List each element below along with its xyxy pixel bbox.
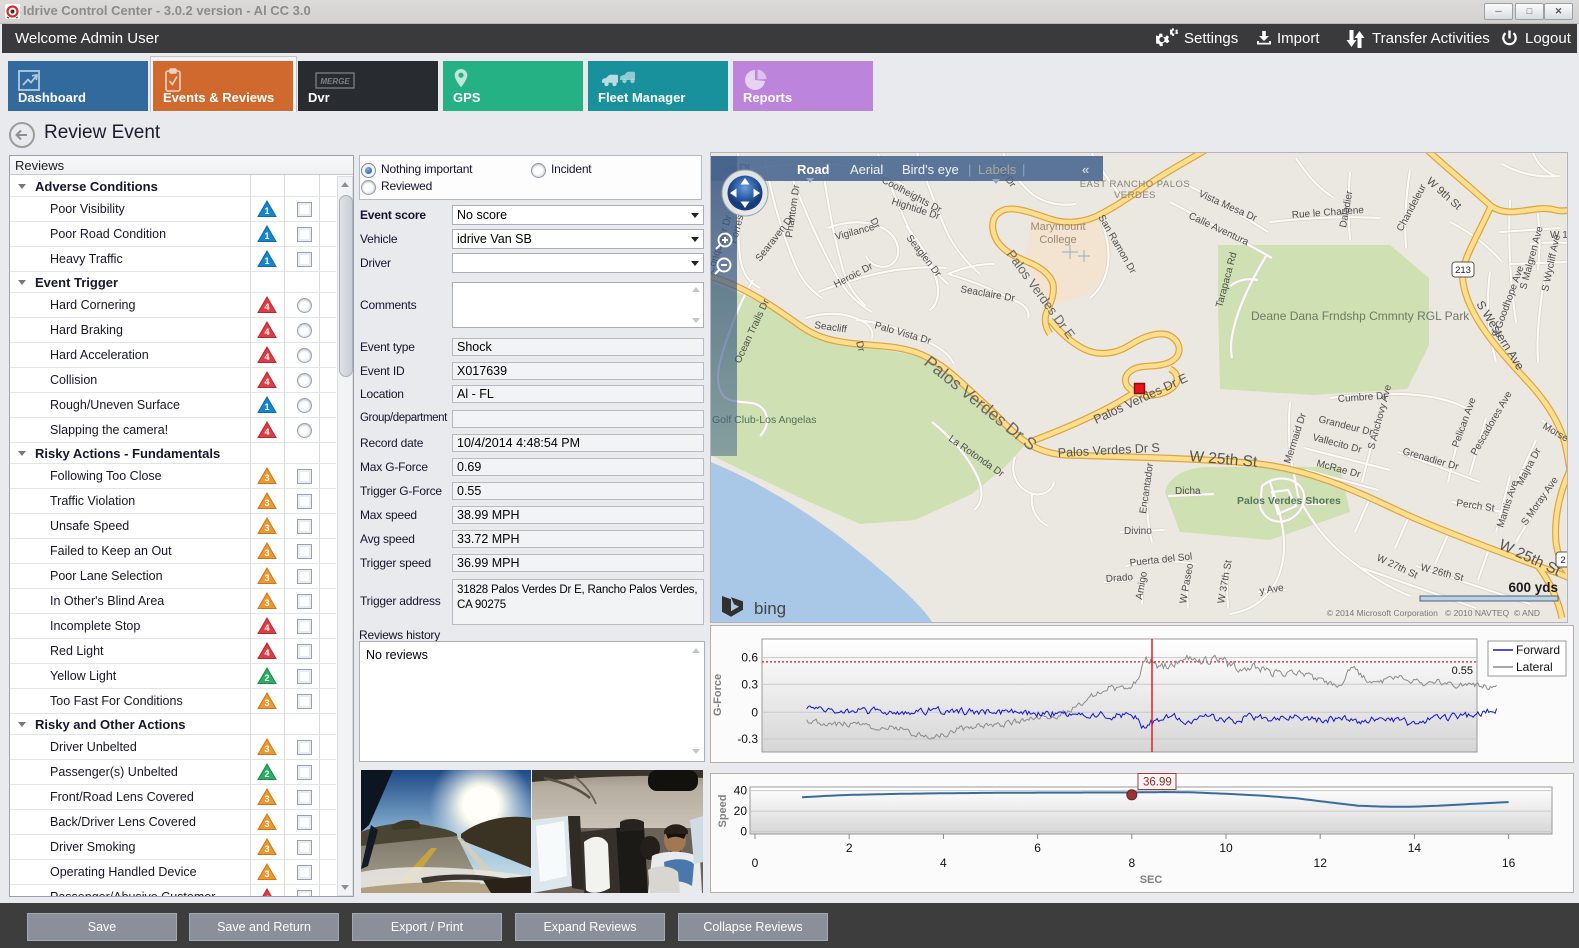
svg-text:20: 20: [734, 804, 748, 818]
svg-text:«: «: [1082, 162, 1089, 177]
svg-text:G-Force: G-Force: [712, 674, 724, 716]
svg-text:3: 3: [264, 794, 269, 804]
svg-text:2: 2: [264, 673, 269, 683]
svg-text:3: 3: [264, 548, 269, 558]
svg-text:Divino: Divino: [1124, 526, 1152, 537]
svg-text:Palos Verdes Shores: Palos Verdes Shores: [1237, 495, 1341, 507]
svg-text:0: 0: [740, 825, 747, 839]
svg-text:Deane Dana Frndshp Cmmnty RGL: Deane Dana Frndshp Cmmnty RGL Park: [1251, 309, 1470, 323]
svg-text:2: 2: [1560, 555, 1565, 566]
svg-text:Dicha: Dicha: [1175, 486, 1201, 497]
svg-text:Drado: Drado: [1105, 572, 1133, 585]
svg-text:4: 4: [264, 894, 269, 897]
svg-text:3: 3: [264, 744, 269, 754]
svg-text:SEC: SEC: [1140, 874, 1163, 886]
svg-text:0: 0: [752, 856, 759, 870]
svg-text:MERGE: MERGE: [320, 77, 350, 86]
svg-text:36.99: 36.99: [1143, 777, 1172, 789]
svg-text:4: 4: [264, 427, 269, 437]
svg-text:© 2014 Microsoft Corporation: © 2014 Microsoft Corporation © 2010 NAVT…: [1327, 608, 1540, 618]
svg-text:4: 4: [264, 352, 269, 362]
svg-text:Lateral: Lateral: [1516, 660, 1553, 674]
svg-text:VERDES: VERDES: [1114, 190, 1156, 201]
svg-text:Bird's eye: Bird's eye: [902, 162, 959, 177]
svg-text:4: 4: [264, 377, 269, 387]
svg-text:4: 4: [264, 648, 269, 658]
svg-text:bing: bing: [754, 599, 786, 618]
svg-text:3: 3: [264, 473, 269, 483]
svg-text:4: 4: [940, 856, 947, 870]
svg-text:0.55: 0.55: [1452, 665, 1473, 677]
svg-text:3: 3: [264, 498, 269, 508]
svg-text:3: 3: [264, 698, 269, 708]
svg-text:1: 1: [264, 256, 269, 266]
svg-text:College: College: [1039, 234, 1076, 246]
svg-text:Forward: Forward: [1516, 643, 1560, 657]
svg-text:-0.3: -0.3: [737, 732, 758, 746]
svg-text:3: 3: [264, 844, 269, 854]
svg-text:0.6: 0.6: [741, 651, 758, 665]
svg-text:600 yds: 600 yds: [1508, 580, 1558, 595]
svg-text:1: 1: [264, 231, 269, 241]
svg-text:40: 40: [734, 784, 748, 798]
svg-text:|: |: [968, 162, 971, 177]
svg-text:6: 6: [1034, 841, 1041, 855]
svg-text:3: 3: [264, 573, 269, 583]
svg-text:3: 3: [264, 869, 269, 879]
svg-text:|: |: [1022, 162, 1025, 177]
svg-text:Aerial: Aerial: [850, 162, 883, 177]
svg-text:1: 1: [264, 206, 269, 216]
svg-text:10: 10: [1219, 841, 1233, 855]
svg-text:14: 14: [1408, 841, 1422, 855]
svg-text:4: 4: [264, 623, 269, 633]
svg-text:W 10t: W 10t: [1550, 230, 1568, 241]
svg-text:Labels: Labels: [978, 162, 1017, 177]
svg-text:Marymount: Marymount: [1030, 221, 1085, 233]
svg-text:16: 16: [1502, 856, 1516, 870]
svg-text:1: 1: [264, 402, 269, 412]
svg-text:Road: Road: [797, 162, 830, 177]
svg-text:0: 0: [751, 705, 758, 719]
svg-text:2: 2: [264, 769, 269, 779]
svg-text:3: 3: [264, 819, 269, 829]
svg-text:3: 3: [264, 598, 269, 608]
svg-text:4: 4: [264, 327, 269, 337]
svg-text:4: 4: [264, 302, 269, 312]
svg-text:12: 12: [1314, 856, 1328, 870]
svg-text:8: 8: [1128, 856, 1135, 870]
svg-text:213: 213: [1455, 265, 1471, 276]
svg-text:2: 2: [846, 841, 853, 855]
svg-text:3: 3: [264, 523, 269, 533]
svg-text:0.3: 0.3: [741, 677, 758, 691]
svg-text:Speed: Speed: [717, 794, 729, 827]
